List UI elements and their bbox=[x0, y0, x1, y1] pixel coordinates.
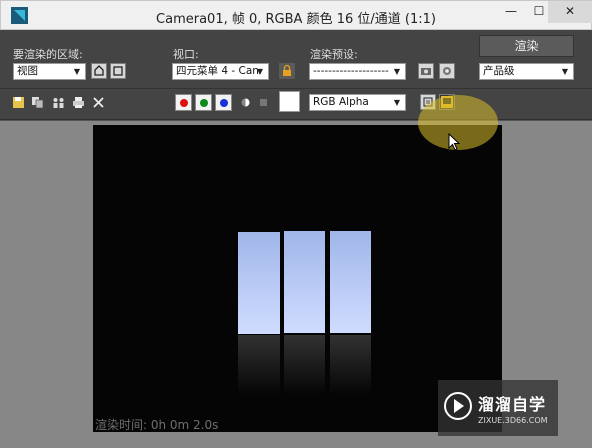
red-channel-toggle[interactable] bbox=[175, 94, 192, 111]
monochrome-toggle[interactable] bbox=[257, 96, 270, 109]
render-setup-icon bbox=[421, 68, 431, 75]
print-icon bbox=[73, 97, 84, 108]
color-swatch[interactable] bbox=[279, 91, 300, 112]
copy-icon bbox=[32, 97, 44, 109]
viewport-label: 视口: bbox=[173, 48, 199, 61]
chevron-down-icon: ▼ bbox=[393, 67, 401, 76]
viewport-dropdown[interactable]: 四元菜单 4 - Can ▼ bbox=[172, 63, 269, 80]
red-channel-icon bbox=[180, 99, 188, 107]
chevron-down-icon: ▼ bbox=[561, 67, 569, 76]
region-select-icon bbox=[113, 66, 123, 76]
print-image-button[interactable] bbox=[72, 96, 85, 109]
chevron-down-icon: ▼ bbox=[256, 67, 264, 76]
area-to-render-value: 视图 bbox=[17, 65, 38, 77]
panel-divider bbox=[0, 88, 592, 89]
blue-channel-icon bbox=[220, 99, 228, 107]
play-logo-icon bbox=[444, 392, 472, 420]
edit-region-button[interactable] bbox=[91, 63, 107, 79]
auto-region-button[interactable] bbox=[110, 63, 126, 79]
mono-icon bbox=[260, 99, 267, 106]
render-settings-panel: 要渲染的区域: 视图 ▼ 视口: 四元菜单 4 - Can ▼ 渲染预设: --… bbox=[0, 30, 592, 120]
environment-button[interactable] bbox=[439, 63, 455, 79]
render-setup-button[interactable] bbox=[418, 63, 434, 79]
render-time-text: 渲染时间: 0h 0m 2.0s bbox=[95, 418, 219, 432]
render-preset-dropdown[interactable]: -------------------- ▼ bbox=[309, 63, 406, 80]
display-channel-value: RGB Alpha bbox=[313, 96, 369, 108]
area-to-render-label: 要渲染的区域: bbox=[13, 48, 83, 61]
blue-channel-toggle[interactable] bbox=[215, 94, 232, 111]
chevron-down-icon: ▼ bbox=[73, 67, 81, 76]
clone-icon bbox=[53, 98, 64, 108]
lock-icon bbox=[283, 64, 291, 76]
mouse-cursor-icon bbox=[448, 133, 460, 151]
save-icon bbox=[13, 97, 24, 108]
watermark-title: 溜溜自学 bbox=[478, 395, 547, 414]
render-preset-value: -------------------- bbox=[313, 65, 389, 77]
close-button[interactable]: ✕ bbox=[548, 1, 592, 23]
render-button[interactable]: 渲染 bbox=[479, 35, 574, 57]
render-quality-dropdown[interactable]: 产品级 ▼ bbox=[479, 63, 574, 80]
clone-window-button[interactable] bbox=[52, 96, 65, 109]
floor-reflection-left bbox=[238, 335, 280, 395]
clear-image-button[interactable] bbox=[92, 96, 105, 109]
viewport-value: 四元菜单 4 - Can bbox=[176, 65, 259, 77]
floor-reflection-middle bbox=[284, 335, 325, 395]
render-quality-value: 产品级 bbox=[483, 65, 515, 77]
green-channel-toggle[interactable] bbox=[195, 94, 212, 111]
render-preset-label: 渲染预设: bbox=[310, 48, 358, 61]
area-to-render-dropdown[interactable]: 视图 ▼ bbox=[13, 63, 86, 80]
window-pane-right bbox=[330, 231, 371, 333]
title-bar[interactable]: Camera01, 帧 0, RGBA 颜色 16 位/通道 (1:1) — ☐… bbox=[0, 0, 592, 30]
watermark-badge: 溜溜自学 ZIXUE.3D66.COM bbox=[438, 380, 558, 436]
clear-icon bbox=[93, 97, 104, 108]
edit-region-icon bbox=[94, 65, 104, 76]
alpha-channel-toggle[interactable] bbox=[239, 96, 252, 109]
alpha-icon bbox=[241, 98, 250, 107]
window-pane-middle bbox=[284, 231, 325, 333]
display-channel-dropdown[interactable]: RGB Alpha ▼ bbox=[309, 94, 406, 111]
green-channel-icon bbox=[200, 99, 208, 107]
floor-reflection-right bbox=[330, 335, 371, 395]
window-pane-left bbox=[238, 232, 280, 334]
environment-icon bbox=[443, 67, 451, 75]
lock-viewport-button[interactable] bbox=[279, 63, 295, 79]
save-image-button[interactable] bbox=[12, 96, 25, 109]
render-frame-window: Camera01, 帧 0, RGBA 颜色 16 位/通道 (1:1) — ☐… bbox=[0, 0, 592, 448]
copy-image-button[interactable] bbox=[31, 96, 44, 109]
watermark-url: ZIXUE.3D66.COM bbox=[478, 416, 548, 425]
chevron-down-icon: ▼ bbox=[393, 98, 401, 107]
